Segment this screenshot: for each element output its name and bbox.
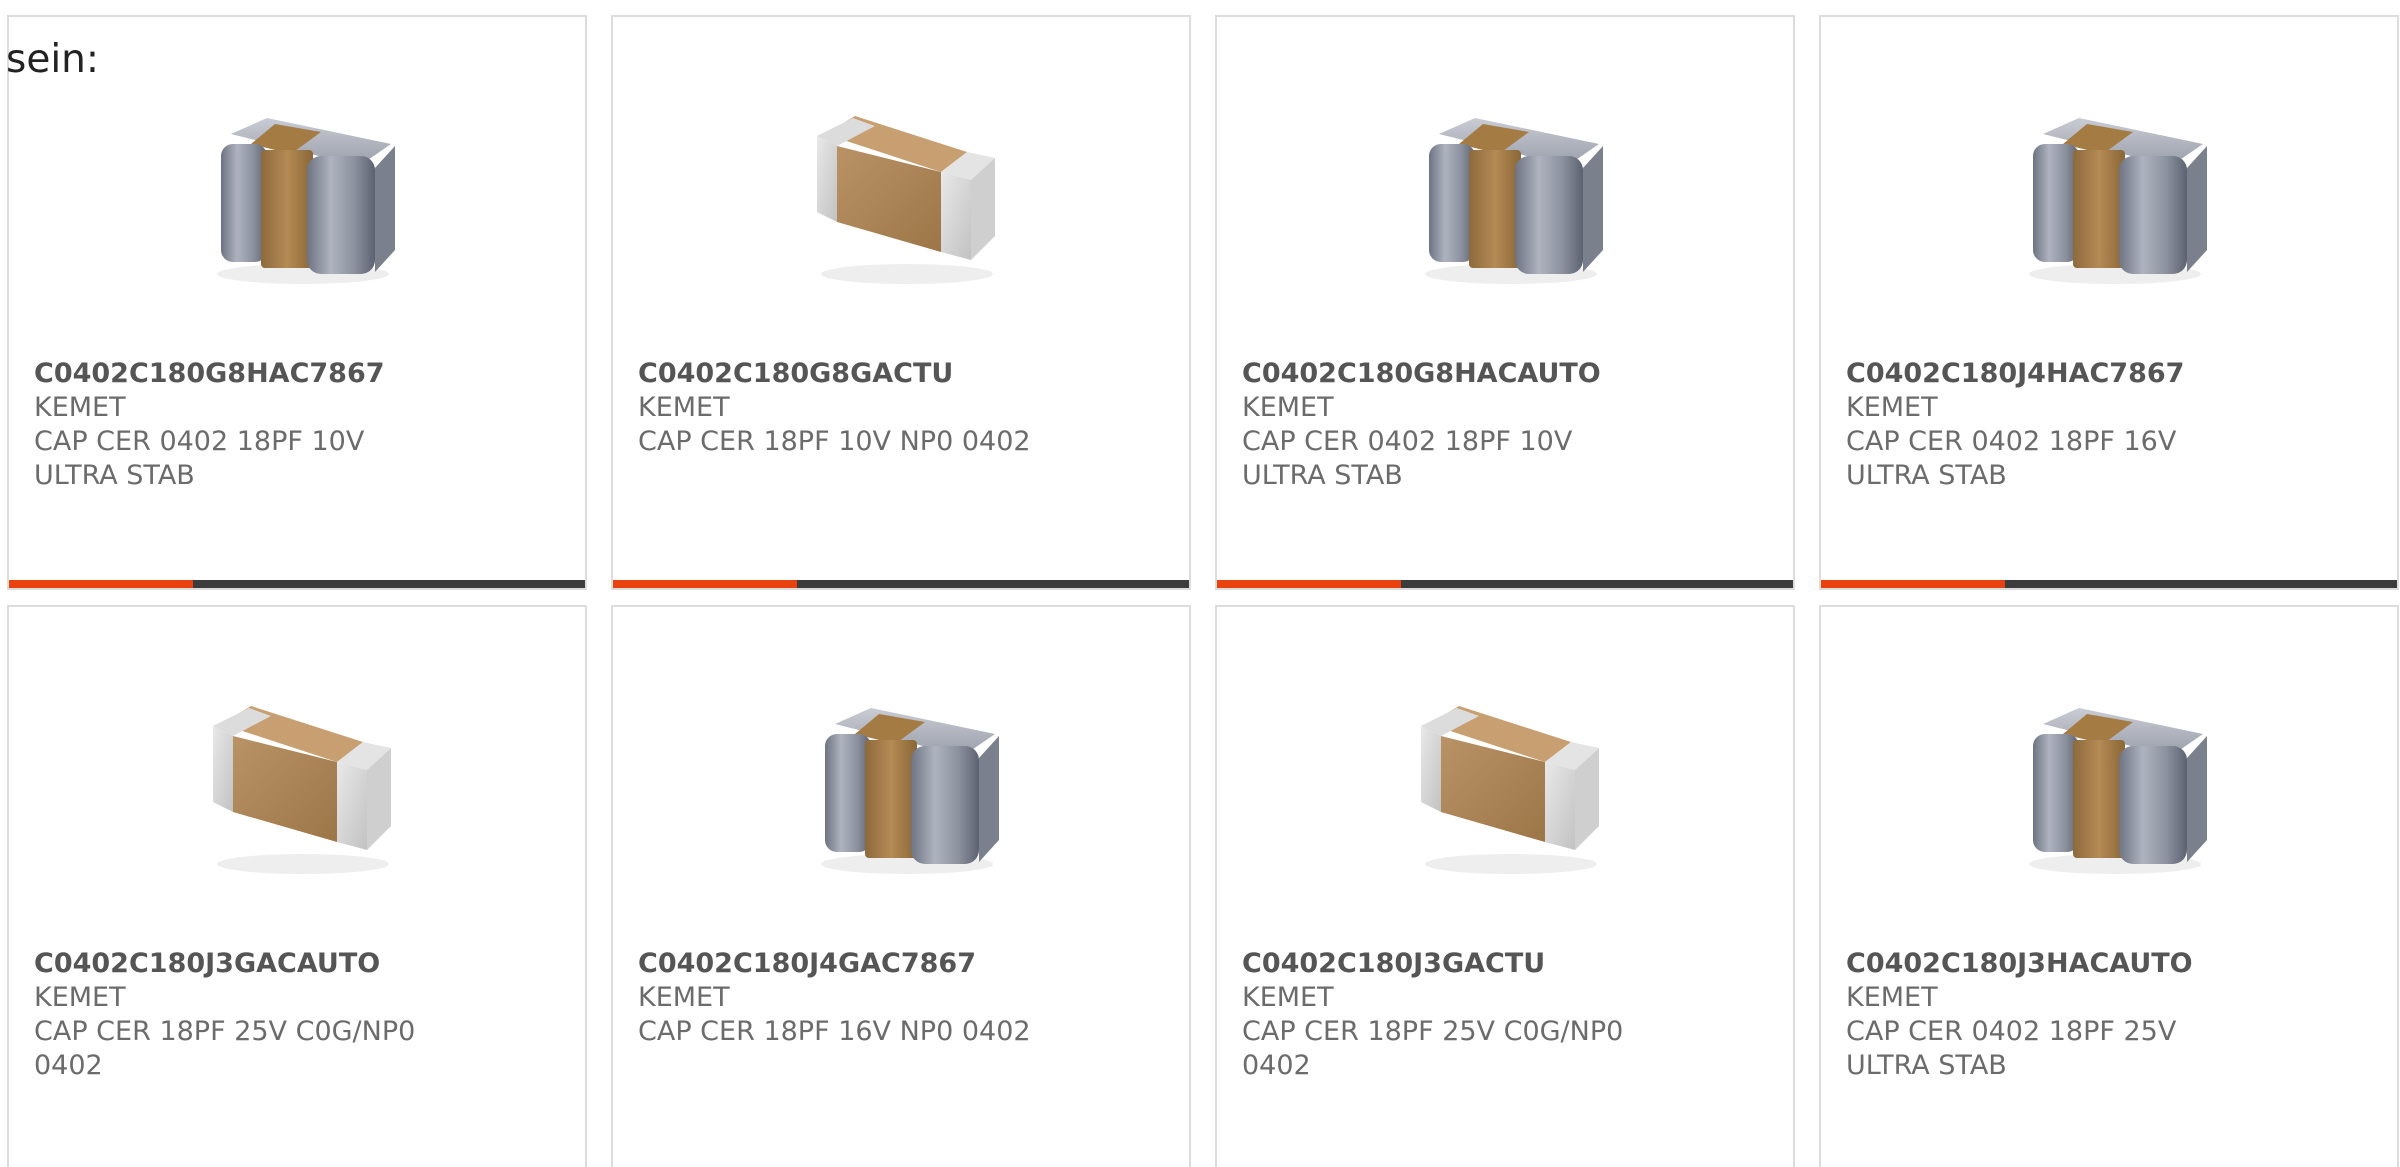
capacitor-ultra-stab-icon[interactable] [1399, 84, 1621, 294]
product-card[interactable]: C0402C180J4HAC7867 KEMET CAP CER 0402 18… [1819, 15, 2399, 590]
manufacturer: KEMET [1846, 392, 1938, 423]
manufacturer: KEMET [1242, 982, 1334, 1013]
product-grid-page: sein: C0402C180G8HAC7867 KEMET CAP CER 0… [0, 0, 2400, 1167]
description: CAP CER 0402 18PF 10V ULTRA STAB [34, 426, 365, 491]
part-number[interactable]: C0402C180J3GACAUTO [34, 947, 454, 981]
product-card[interactable]: C0402C180G8HAC7867 KEMET CAP CER 0402 18… [7, 15, 587, 590]
description: CAP CER 18PF 25V C0G/NP0 0402 [34, 1016, 416, 1081]
description: CAP CER 18PF 16V NP0 0402 [638, 1016, 1031, 1047]
progress-bar [1217, 580, 1793, 588]
description: CAP CER 0402 18PF 25V ULTRA STAB [1846, 1016, 2177, 1081]
capacitor-np0-icon[interactable] [795, 84, 1017, 294]
capacitor-ultra-stab-icon[interactable] [191, 84, 413, 294]
progress-fill [613, 580, 798, 588]
manufacturer: KEMET [638, 392, 730, 423]
product-card[interactable]: C0402C180J3GACAUTO KEMET CAP CER 18PF 25… [7, 605, 587, 1167]
progress-fill [1217, 580, 1402, 588]
progress-bar [9, 580, 585, 588]
description: CAP CER 18PF 10V NP0 0402 [638, 426, 1031, 457]
product-card[interactable]: C0402C180G8GACTU KEMET CAP CER 18PF 10V … [611, 15, 1191, 590]
progress-bar [613, 580, 1189, 588]
manufacturer: KEMET [34, 982, 126, 1013]
manufacturer: KEMET [1846, 982, 1938, 1013]
part-number[interactable]: C0402C180G8GACTU [638, 357, 1058, 391]
capacitor-np0-icon[interactable] [1399, 674, 1621, 884]
manufacturer: KEMET [34, 392, 126, 423]
capacitor-ultra-stab-icon[interactable] [2003, 84, 2225, 294]
capacitor-np0-icon[interactable] [191, 674, 413, 884]
progress-fill [9, 580, 194, 588]
progress-fill [1821, 580, 2006, 588]
progress-bar [1821, 580, 2397, 588]
product-card[interactable]: C0402C180J3GACTU KEMET CAP CER 18PF 25V … [1215, 605, 1795, 1167]
description: CAP CER 0402 18PF 16V ULTRA STAB [1846, 426, 2177, 491]
intro-text: sein: [6, 37, 100, 82]
product-card[interactable]: C0402C180G8HACAUTO KEMET CAP CER 0402 18… [1215, 15, 1795, 590]
part-number[interactable]: C0402C180G8HAC7867 [34, 357, 454, 391]
part-number[interactable]: C0402C180J4HAC7867 [1846, 357, 2266, 391]
part-number[interactable]: C0402C180J4GAC7867 [638, 947, 1058, 981]
manufacturer: KEMET [1242, 392, 1334, 423]
product-card[interactable]: C0402C180J3HACAUTO KEMET CAP CER 0402 18… [1819, 605, 2399, 1167]
manufacturer: KEMET [638, 982, 730, 1013]
part-number[interactable]: C0402C180G8HACAUTO [1242, 357, 1662, 391]
capacitor-ultra-stab-icon[interactable] [2003, 674, 2225, 884]
capacitor-ultra-stab-icon[interactable] [795, 674, 1017, 884]
product-grid: C0402C180G8HAC7867 KEMET CAP CER 0402 18… [7, 15, 2399, 1167]
part-number[interactable]: C0402C180J3HACAUTO [1846, 947, 2266, 981]
part-number[interactable]: C0402C180J3GACTU [1242, 947, 1662, 981]
description: CAP CER 0402 18PF 10V ULTRA STAB [1242, 426, 1573, 491]
description: CAP CER 18PF 25V C0G/NP0 0402 [1242, 1016, 1624, 1081]
product-card[interactable]: C0402C180J4GAC7867 KEMET CAP CER 18PF 16… [611, 605, 1191, 1167]
